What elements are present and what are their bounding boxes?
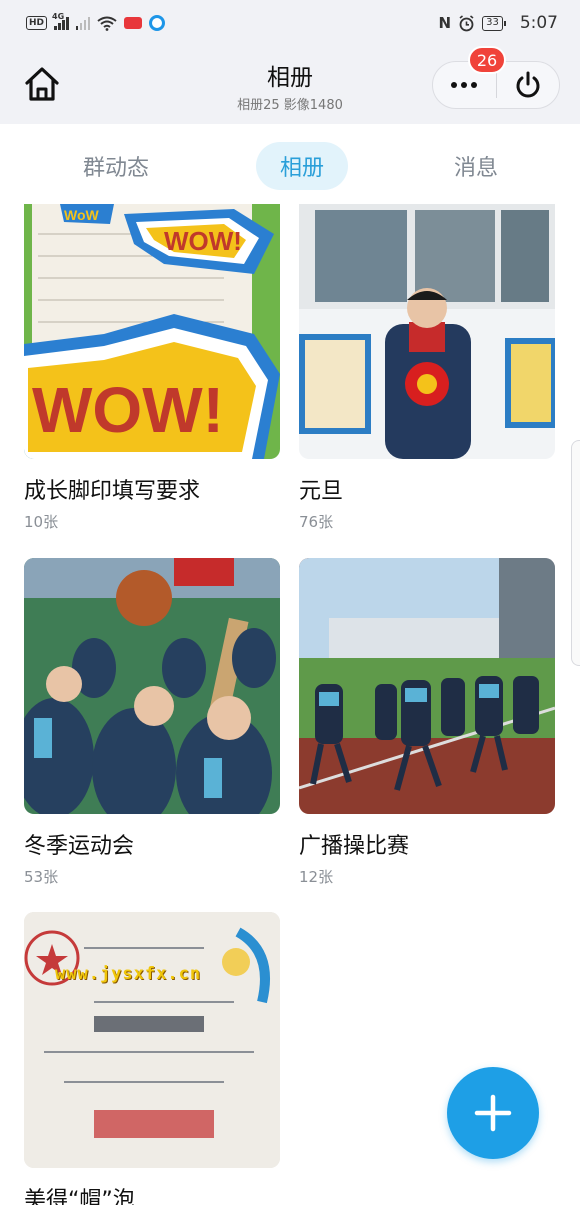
- svg-text:WOW!: WOW!: [32, 374, 224, 446]
- browser-app-icon: [149, 15, 166, 31]
- signal-4g-icon: 4G: [52, 12, 69, 30]
- status-left: HD 4G: [26, 12, 166, 31]
- tab-messages[interactable]: 消息: [428, 142, 524, 190]
- header-actions: 26: [432, 46, 560, 109]
- signal-icon: [75, 16, 91, 30]
- tab-albums[interactable]: 相册: [256, 142, 348, 190]
- tab-group-feed[interactable]: 群动态: [66, 142, 166, 190]
- album-title: 美得“帽”泡: [24, 1188, 135, 1205]
- status-right: N 33 5:07: [439, 13, 558, 33]
- album-title: 广播操比赛: [299, 834, 410, 859]
- nfc-icon: N: [438, 14, 452, 32]
- more-dots-icon: [451, 82, 478, 88]
- weibo-app-icon: [124, 17, 143, 29]
- add-album-button[interactable]: [447, 1067, 539, 1159]
- album-count: 53张: [24, 868, 59, 886]
- plus-icon: [474, 1094, 512, 1132]
- watermark-text: www.jysxfx.cn: [55, 964, 202, 984]
- album-cover[interactable]: [299, 204, 555, 459]
- svg-text:WoW: WoW: [64, 207, 100, 223]
- battery-icon: 33: [482, 15, 506, 31]
- wifi-icon: [97, 16, 117, 31]
- app-header: 相册 相册25 影像1480 26: [0, 46, 580, 124]
- album-title: 元旦: [299, 479, 344, 504]
- album-card[interactable]: WOW! WoW WOW! 成长脚印填写要求 10张: [24, 204, 280, 532]
- more-button[interactable]: 26: [433, 46, 506, 108]
- album-cover[interactable]: [24, 558, 280, 814]
- album-title: 成长脚印填写要求: [24, 479, 201, 504]
- alarm-icon: [459, 14, 474, 31]
- tab-bar: 群动态 相册 消息: [0, 124, 580, 208]
- notification-badge: 26: [468, 46, 506, 74]
- album-cover[interactable]: WOW! WoW WOW!: [24, 204, 280, 459]
- hd-icon: HD: [26, 16, 48, 30]
- power-button[interactable]: [497, 62, 560, 108]
- album-count: 76张: [299, 513, 334, 531]
- network-tag: 4G: [52, 12, 65, 21]
- album-title: 冬季运动会: [24, 834, 135, 859]
- svg-text:WOW!: WOW!: [164, 226, 242, 256]
- album-card[interactable]: 美得“帽”泡: [24, 912, 280, 1205]
- album-cover[interactable]: [24, 912, 280, 1168]
- scrollbar[interactable]: [571, 440, 580, 666]
- album-count: 12张: [299, 868, 334, 886]
- album-card[interactable]: 冬季运动会 53张: [24, 558, 280, 887]
- album-card[interactable]: 广播操比赛 12张: [299, 558, 555, 887]
- album-card[interactable]: 元旦 76张: [299, 204, 555, 532]
- power-icon: [516, 71, 540, 98]
- album-count: 10张: [24, 513, 59, 531]
- clock-time: 5:07: [519, 13, 558, 33]
- album-cover[interactable]: [299, 558, 555, 814]
- status-bar: HD 4G N 33 5:07: [0, 0, 580, 46]
